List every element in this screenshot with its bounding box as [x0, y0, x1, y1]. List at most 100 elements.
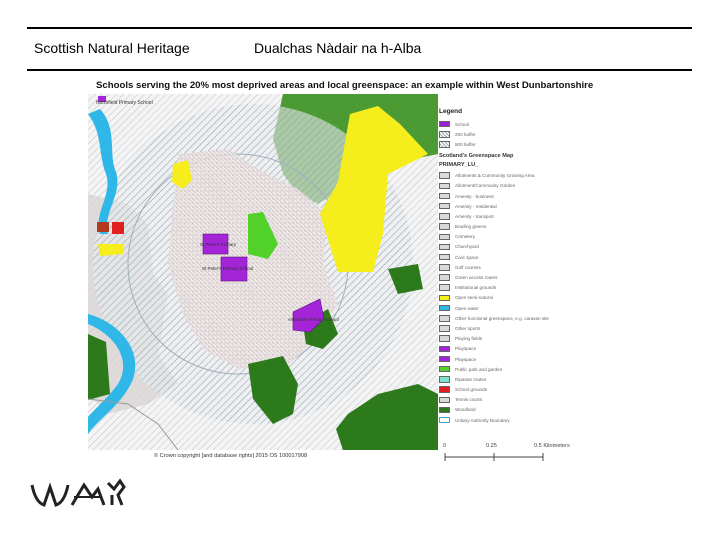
legend-category-label: Allotments & Community Growing Area — [455, 173, 535, 179]
legend-category-row: Allotment/Community Garden — [439, 181, 586, 191]
map-legend: Legend School 250 buffer 500 buffer Scotla… — [436, 108, 586, 425]
school-grounds — [112, 222, 124, 234]
legend-category-label: Woodland — [455, 407, 476, 413]
legend-category-label: Other functional greenspace, e.g. carava… — [455, 315, 549, 321]
legend-category-label: Amenity - business — [455, 193, 494, 199]
legend-item-swatch — [439, 120, 450, 128]
scale-end: 0.5 Kilometers — [534, 443, 570, 449]
legend-category-swatch — [439, 182, 450, 190]
map-top-label: Northfield Primary School — [96, 100, 153, 106]
legend-category-row: Playspace — [439, 354, 586, 364]
legend-category-row: Golf courses — [439, 262, 586, 272]
scale-mid: 0.25 — [486, 443, 497, 449]
legend-category-label: Playspace — [455, 346, 477, 352]
legend-category-swatch — [439, 396, 450, 404]
legend-category-label: Allotment/Community Garden — [455, 183, 516, 189]
legend-category-row: Unitary Authority Boundary — [439, 415, 586, 425]
legend-category-label: Public park and garden — [455, 366, 503, 372]
legend-item-swatch — [439, 131, 450, 138]
legend-category-row: Open water — [439, 303, 586, 313]
legend-category-swatch — [439, 315, 450, 322]
legend-category-label: Riparian routes — [455, 376, 487, 382]
open-semi-natural-small — [98, 244, 124, 256]
map-copyright: © Crown copyright [and database rights] … — [154, 453, 308, 459]
legend-subtitle: Scotland's Greenspace Map — [439, 152, 514, 159]
legend-item-swatch — [439, 141, 450, 148]
scale-bar: 0 0.25 0.5 Kilometers — [443, 443, 593, 467]
legend-category-label: Civic space — [455, 254, 479, 260]
legend-category-swatch — [439, 416, 450, 424]
legend-item-row: 250 buffer — [439, 129, 586, 139]
legend-category-label: Golf courses — [455, 264, 481, 270]
legend-category-label: Open semi-natural — [455, 295, 493, 301]
legend-category-row: School grounds — [439, 385, 586, 395]
legend-category-row: Other sports — [439, 323, 586, 333]
legend-category-swatch — [439, 172, 450, 179]
legend-category-swatch — [439, 355, 450, 363]
org-name-gaelic: Dualchas Nàdair na h-Alba — [254, 40, 422, 56]
legend-category-swatch — [439, 284, 450, 291]
legend-item-row: 500 buffer — [439, 139, 586, 149]
legend-category-label: Other sports — [455, 325, 481, 331]
legend-category-row: Tennis courts — [439, 395, 586, 405]
legend-category-row: Civic space — [439, 252, 586, 262]
legend-category-row: Playing fields — [439, 334, 586, 344]
legend-category-swatch — [439, 274, 450, 281]
legend-category-row: Bowling greens — [439, 222, 586, 232]
legend-category-swatch — [439, 335, 450, 342]
legend-category-label: Amenity - residential — [455, 203, 497, 209]
scale-bar-graphic — [444, 453, 544, 461]
legend-category-row: Woodland — [439, 405, 586, 415]
legend-items: School 250 buffer 500 buffer — [436, 119, 586, 150]
legend-category-swatch — [439, 386, 450, 393]
legend-category-label: Amenity - transport — [455, 213, 494, 219]
snh-logo — [28, 473, 128, 513]
org-name-english: Scottish Natural Heritage — [34, 40, 190, 56]
legend-category-label: Open water — [455, 305, 479, 311]
legend-category-swatch — [439, 345, 450, 353]
legend-category-swatch — [439, 294, 450, 302]
legend-category-label: School grounds — [455, 387, 487, 393]
legend-category-swatch — [439, 253, 450, 261]
legend-category-row: Green access routes — [439, 272, 586, 282]
legend-item-label: School — [455, 121, 470, 127]
legend-categories: Allotments & Community Growing Area Allot… — [436, 171, 586, 426]
legend-category-swatch — [439, 192, 450, 200]
snh-logo-icon — [30, 478, 126, 507]
legend-category-swatch — [439, 264, 450, 271]
legend-category-row: Amenity - transport — [439, 211, 586, 221]
legend-category-row: Open semi-natural — [439, 293, 586, 303]
legend-category-row: Amenity - business — [439, 191, 586, 201]
map-canvas[interactable]: Northfield Primary School St Peter's Pri… — [88, 94, 438, 450]
school-label-b: St Peter's Primary School — [202, 266, 253, 271]
legend-category-label: Playing fields — [455, 336, 483, 342]
map-svg: Northfield Primary School St Peter's Pri… — [88, 94, 438, 450]
legend-category-label: Churchyard — [455, 244, 479, 250]
legend-category-swatch — [439, 233, 450, 241]
legend-category-row: Playspace — [439, 344, 586, 354]
school-label-a: St Peter's Primary — [200, 242, 237, 247]
school-label-c: Aitkenbar Primary School — [288, 317, 339, 322]
legend-item-row: School — [439, 119, 586, 129]
map-title: Schools serving the 20% most deprived ar… — [96, 80, 594, 91]
legend-category-row: Churchyard — [439, 242, 586, 252]
legend-category-label: Institutional grounds — [455, 285, 497, 291]
legend-category-row: Institutional grounds — [439, 283, 586, 293]
legend-category-label: Tennis courts — [455, 397, 483, 403]
legend-category-label: Cemetery — [455, 234, 475, 240]
header-bottom-rule — [27, 69, 692, 71]
legend-category-label: Playspace — [455, 356, 477, 362]
school-grounds-2 — [97, 222, 109, 232]
legend-category-swatch — [439, 376, 450, 383]
legend-category-row: Cemetery — [439, 232, 586, 242]
legend-category-row: Amenity - residential — [439, 201, 586, 211]
legend-category-swatch — [439, 202, 450, 210]
legend-category-swatch — [439, 213, 450, 220]
scale-zero: 0 — [443, 443, 447, 449]
legend-category-label: Green access routes — [455, 275, 498, 281]
legend-category-swatch — [439, 304, 450, 312]
legend-item-label: 250 buffer — [455, 131, 476, 137]
legend-field: PRIMARY_LU_ — [439, 161, 479, 168]
legend-category-swatch — [439, 406, 450, 414]
header-top-rule — [27, 27, 692, 29]
